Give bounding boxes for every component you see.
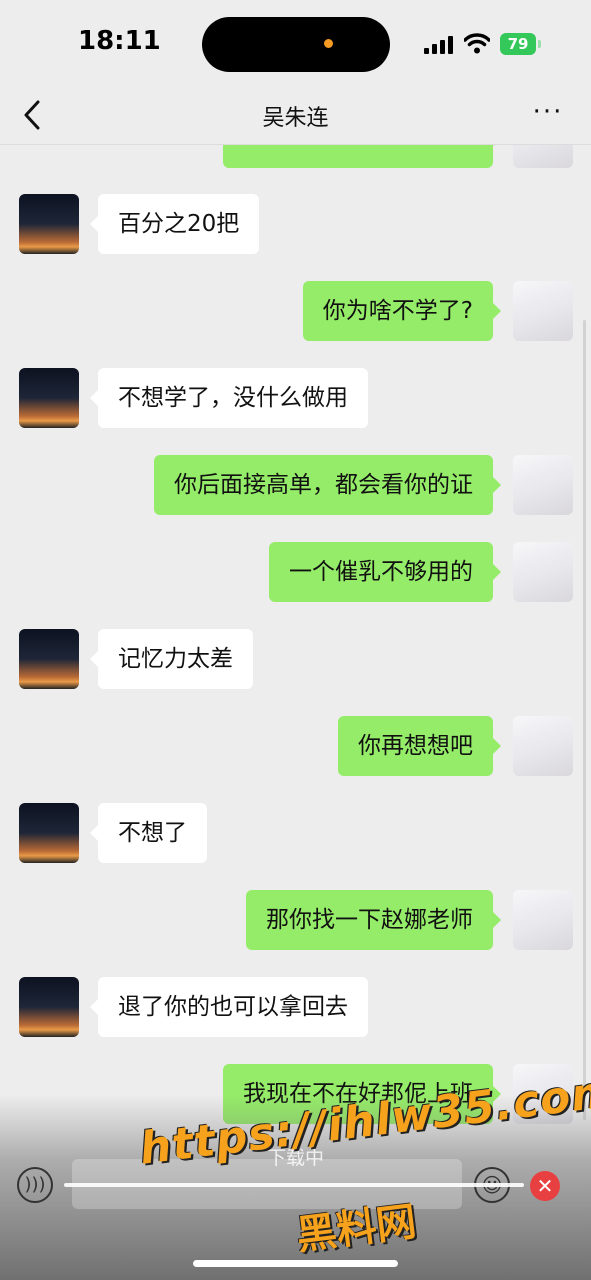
wifi-icon — [464, 33, 490, 54]
chat-title: 吴朱连 — [262, 106, 329, 131]
message-bubble[interactable]: 不想了 — [90, 803, 207, 863]
message-bubble[interactable]: 一个催乳不够用的 — [269, 542, 501, 602]
message-bubble[interactable]: 你再想想吧 — [338, 716, 501, 776]
self-avatar[interactable] — [513, 455, 573, 515]
chat-list[interactable]: 百分之20把 你为啥不学了? 不想学了，没什么做用 你后面接高单，都会看你的证 … — [0, 145, 591, 1145]
nav-bar: 吴朱连 ··· — [0, 88, 591, 145]
message-row: 退了你的也可以拿回去 — [0, 974, 591, 1038]
recording-dot — [324, 39, 333, 48]
message-bubble[interactable]: 你后面接高单，都会看你的证 — [154, 455, 501, 515]
signal-icon — [424, 34, 454, 54]
message-row: 你再想想吧 — [0, 713, 591, 777]
message-bubble[interactable]: 退了你的也可以拿回去 — [90, 977, 368, 1037]
message-row: 不想了 — [0, 800, 591, 864]
more-dots-icon[interactable]: ··· — [528, 99, 568, 126]
message-bubble[interactable] — [223, 145, 501, 168]
message-row: 你为啥不学了? — [0, 278, 591, 342]
self-avatar[interactable] — [513, 145, 573, 168]
self-avatar[interactable] — [513, 716, 573, 776]
download-progress — [64, 1183, 524, 1187]
message-row: 百分之20把 — [0, 191, 591, 255]
contact-avatar[interactable] — [19, 803, 79, 863]
message-row: 不想学了，没什么做用 — [0, 365, 591, 429]
self-avatar[interactable] — [513, 542, 573, 602]
message-bubble[interactable]: 记忆力太差 — [90, 629, 253, 689]
home-indicator[interactable] — [193, 1260, 398, 1267]
message-row: 你后面接高单，都会看你的证 — [0, 452, 591, 516]
message-bubble[interactable]: 你为啥不学了? — [302, 281, 502, 341]
contact-avatar[interactable] — [19, 194, 79, 254]
message-bubble[interactable]: 百分之20把 — [89, 194, 260, 254]
voice-icon[interactable]: ))) — [17, 1167, 53, 1203]
self-avatar[interactable] — [513, 281, 573, 341]
self-avatar[interactable] — [513, 890, 573, 950]
message-row: 一个催乳不够用的 — [0, 539, 591, 603]
message-bubble[interactable]: 那你找一下赵娜老师 — [246, 890, 501, 950]
dynamic-island — [202, 17, 390, 72]
contact-avatar[interactable] — [19, 368, 79, 428]
status-bar: 18:11 79 — [0, 0, 591, 88]
battery-cap — [538, 40, 541, 48]
message-row: 记忆力太差 — [0, 626, 591, 690]
contact-avatar[interactable] — [19, 629, 79, 689]
status-time: 18:11 — [78, 26, 161, 56]
message-row — [0, 145, 591, 169]
message-bubble[interactable]: 不想学了，没什么做用 — [90, 368, 368, 428]
contact-avatar[interactable] — [19, 977, 79, 1037]
scrollbar[interactable] — [583, 320, 586, 1120]
message-row: 那你找一下赵娜老师 — [0, 887, 591, 951]
close-icon[interactable]: ✕ — [530, 1171, 560, 1201]
battery-icon: 79 — [500, 33, 536, 55]
